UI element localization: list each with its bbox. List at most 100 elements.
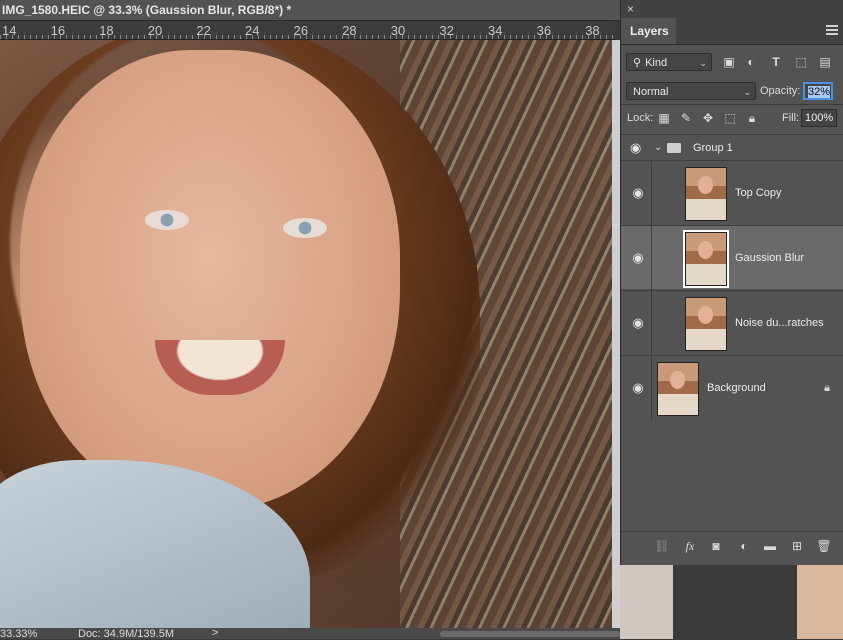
canvas-edge	[612, 40, 620, 628]
layer-thumbnail	[657, 362, 699, 416]
lock-icon: 🔒︎	[824, 382, 830, 394]
layer-name: Gaussion Blur	[735, 252, 805, 264]
divider	[621, 104, 843, 105]
ruler-tick	[42, 35, 43, 39]
close-icon[interactable]: ×	[627, 2, 634, 16]
ruler-tick	[492, 35, 493, 39]
opacity-value: 32%	[808, 86, 831, 98]
layer-row[interactable]: ◉ Top Copy	[621, 160, 843, 225]
ruler-tick	[54, 35, 55, 39]
pixel-filter-icon[interactable]: ▣	[721, 55, 737, 71]
ruler-tick	[426, 35, 427, 39]
visibility-eye-icon[interactable]: ◉	[630, 226, 646, 290]
visibility-eye-icon[interactable]: ◉	[630, 291, 646, 355]
chevron-down-icon: ⌄	[699, 58, 707, 68]
ruler-tick	[174, 35, 175, 39]
lock-label: Lock:	[627, 112, 654, 124]
ruler-tick	[498, 35, 499, 39]
ruler-tick	[300, 35, 301, 39]
ruler-tick	[582, 35, 583, 39]
ruler-tick	[162, 35, 163, 39]
layer-group-row[interactable]: ◉ ⌄ Group 1	[621, 134, 843, 161]
ruler-tick	[528, 35, 529, 39]
ruler-tick	[282, 35, 283, 39]
zoom-level[interactable]: 33.33%	[0, 629, 37, 640]
fill-input[interactable]: 100%	[801, 109, 837, 127]
ruler-tick	[114, 35, 115, 39]
shape-filter-icon[interactable]: ⬚	[793, 55, 809, 71]
ruler-tick	[246, 35, 247, 39]
layer-row-selected[interactable]: ◉ Gaussion Blur	[621, 225, 843, 290]
ruler-tick	[48, 35, 49, 39]
left-eye	[145, 210, 189, 230]
layer-name: Background	[707, 382, 766, 394]
divider	[651, 161, 652, 225]
layer-row-background[interactable]: ◉ Background 🔒︎	[621, 355, 843, 420]
new-layer-icon[interactable]: ⊞	[789, 538, 805, 554]
adjustment-filter-icon[interactable]: ◐	[743, 55, 759, 71]
ruler-tick	[432, 35, 433, 39]
ruler-tick	[252, 35, 253, 39]
lock-paint-icon[interactable]: ✎	[678, 111, 694, 127]
visibility-eye-icon[interactable]: ◉	[630, 356, 646, 420]
ruler-tick	[366, 35, 367, 39]
link-icon[interactable]: ⛓	[654, 538, 670, 554]
layer-row[interactable]: ◉ Noise du...ratches	[621, 290, 843, 355]
dark-area	[673, 565, 797, 639]
doc-size: Doc: 34.9M/139.5M	[78, 628, 174, 640]
ruler-tick	[108, 35, 109, 39]
right-eye	[283, 218, 327, 238]
adjustment-icon[interactable]: ◐	[736, 538, 752, 554]
chevron-down-icon[interactable]: ⌄	[654, 135, 662, 161]
visibility-eye-icon[interactable]: ◉	[630, 161, 646, 225]
ruler-tick	[558, 35, 559, 39]
mask-icon[interactable]: ◙	[708, 538, 724, 554]
ruler-tick	[312, 35, 313, 39]
horizontal-scrollbar[interactable]	[440, 631, 620, 637]
status-menu-arrow[interactable]: >	[212, 628, 218, 639]
ruler-tick	[402, 35, 403, 39]
blend-mode-value: Normal	[633, 86, 669, 98]
ruler-tick	[36, 35, 37, 39]
ruler-tick	[30, 35, 31, 39]
ruler-tick	[330, 35, 331, 39]
ruler-tick	[474, 35, 475, 39]
fx-icon[interactable]: fx	[682, 538, 698, 554]
ruler-tick	[270, 35, 271, 39]
ruler-tick	[222, 35, 223, 39]
panel-menu-icon[interactable]	[826, 25, 838, 35]
folder-icon[interactable]: ▬	[762, 538, 778, 554]
ruler-tick	[0, 35, 1, 39]
lock-position-icon[interactable]: ✥	[700, 111, 716, 127]
ruler-tick	[540, 35, 541, 39]
ruler-label: 36	[536, 23, 552, 38]
ruler-tick	[384, 35, 385, 39]
ruler-tick	[18, 35, 19, 39]
status-bar: 33.33% Doc: 34.9M/139.5M >	[0, 628, 620, 640]
visibility-eye-icon[interactable]: ◉	[630, 135, 641, 161]
trash-icon[interactable]: 🗑︎	[816, 538, 832, 554]
filter-kind-select[interactable]: ⚲ Kind ⌄	[626, 53, 712, 71]
type-filter-icon[interactable]: T	[768, 55, 784, 71]
ruler-tick	[168, 35, 169, 39]
opacity-input[interactable]: 32%	[803, 82, 833, 100]
ruler-tick	[606, 35, 607, 39]
document-tab[interactable]: IMG_1580.HEIC @ 33.3% (Gaussion Blur, RG…	[0, 0, 620, 21]
ruler-tick	[150, 35, 151, 39]
ruler-tick	[90, 35, 91, 39]
blend-mode-select[interactable]: Normal ⌄	[626, 82, 756, 100]
ruler-tick	[438, 35, 439, 39]
ruler-tick	[84, 35, 85, 39]
smart-object-filter-icon[interactable]: ▤	[817, 55, 833, 71]
lock-artboard-icon[interactable]: ⬚	[722, 111, 738, 127]
ruler-tick	[180, 35, 181, 39]
ruler-tick	[336, 35, 337, 39]
image-canvas[interactable]	[0, 40, 612, 628]
layers-bottom-toolbar: ⛓ fx ◙ ◐ ▬ ⊞ 🗑︎	[621, 531, 843, 560]
lock-all-icon[interactable]: 🔒︎	[744, 111, 760, 127]
ruler-tick	[78, 35, 79, 39]
ruler-tick	[468, 35, 469, 39]
lock-transparent-icon[interactable]: ▦	[656, 111, 672, 127]
ruler-tick	[522, 35, 523, 39]
tab-layers[interactable]: Layers	[621, 18, 676, 44]
